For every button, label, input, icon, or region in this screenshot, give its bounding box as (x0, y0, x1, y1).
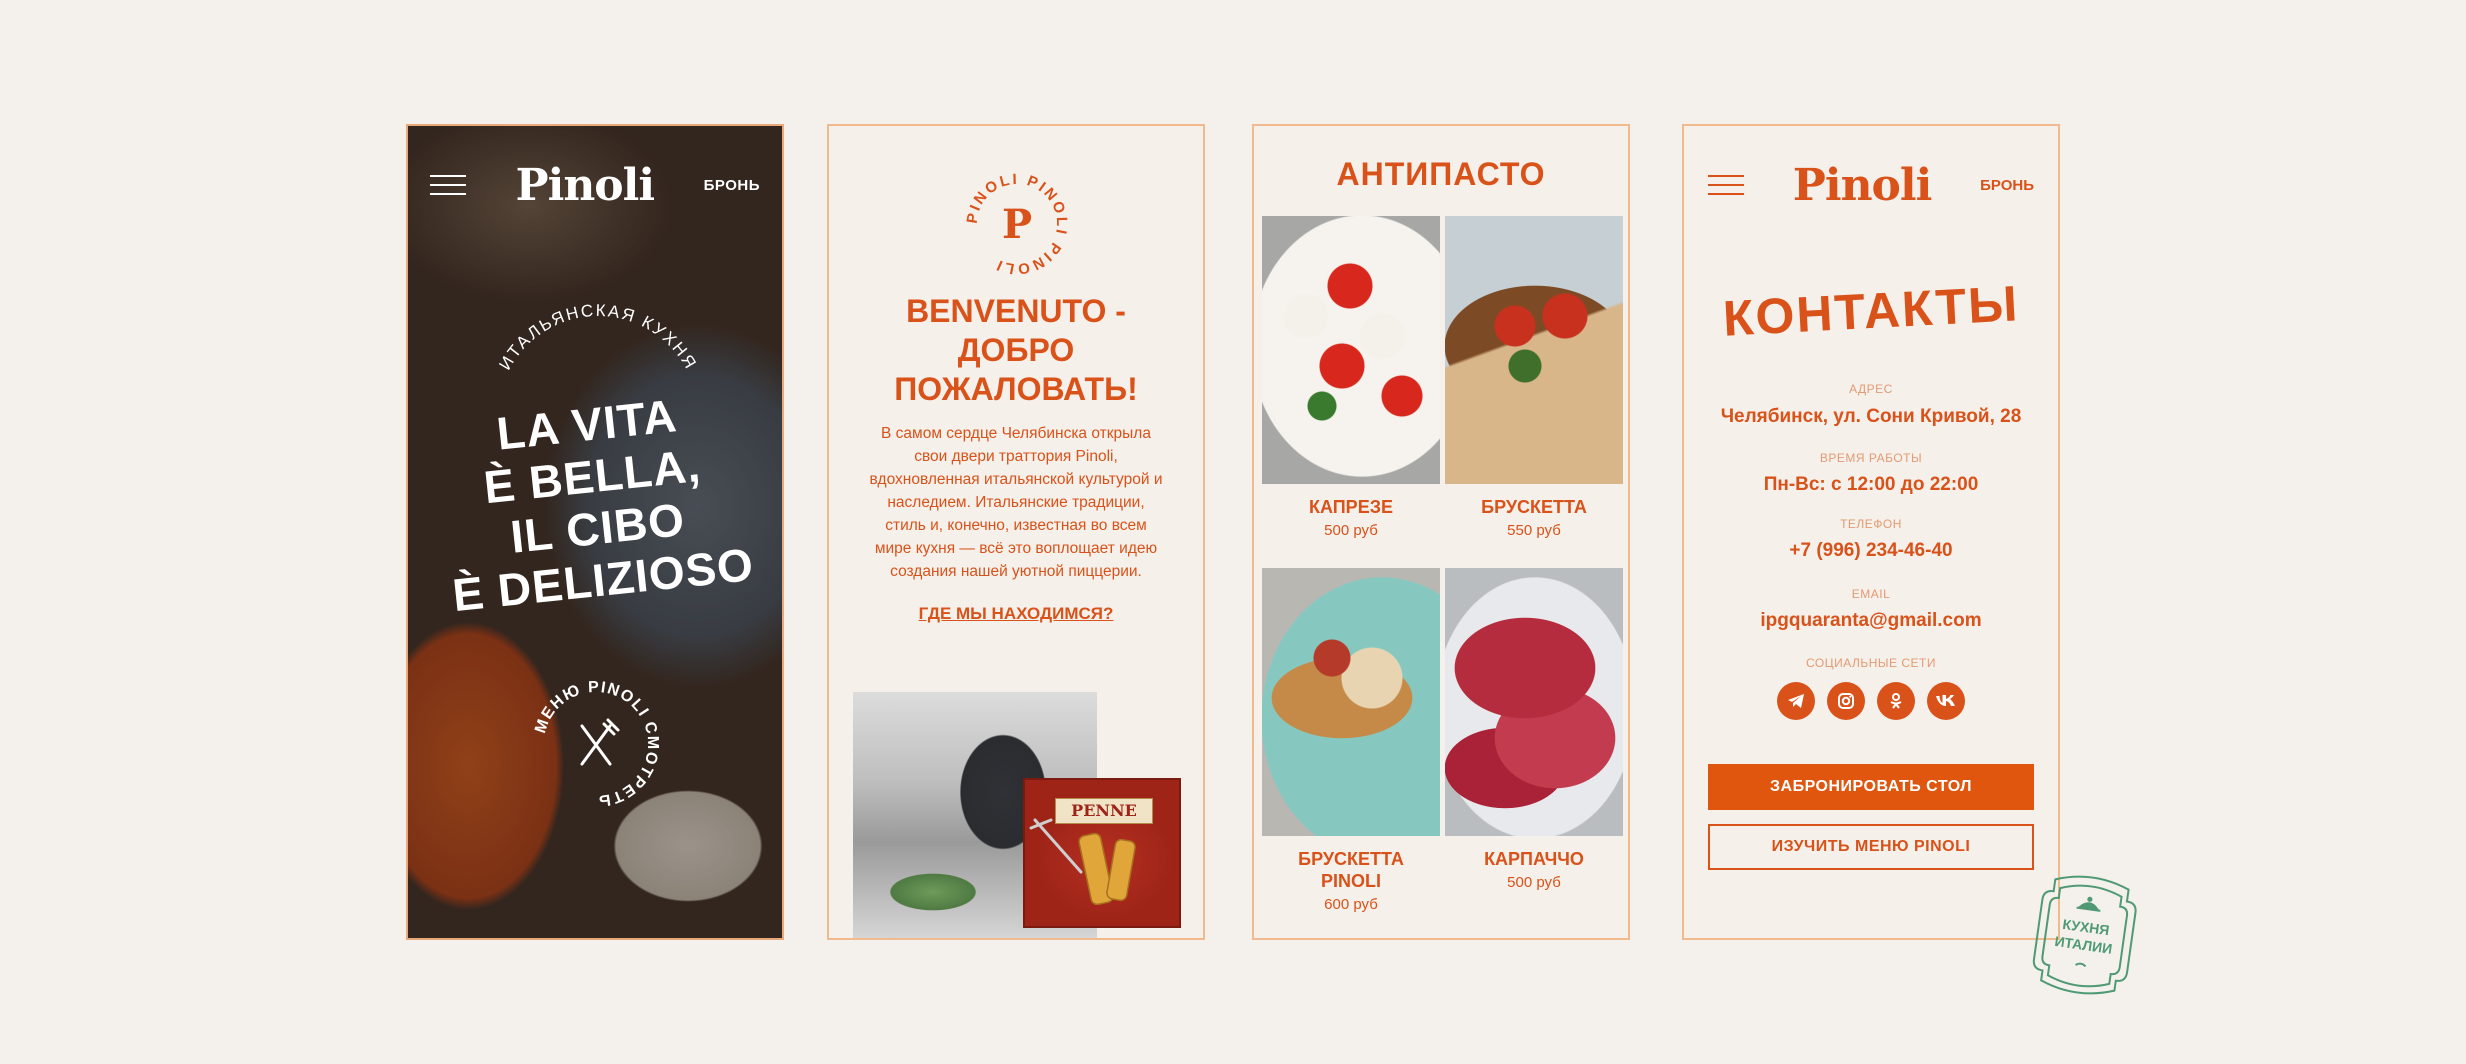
email-value[interactable]: ipgquaranta@gmail.com (1684, 610, 2058, 632)
contacts-screen: Pinoli БРОНЬ КОНТАКТЫ АДРЕС Челябинск, у… (1682, 124, 2060, 940)
dish-photo (1445, 216, 1623, 484)
dish-name: КАПРЕЗЕ (1309, 497, 1393, 517)
email-label: EMAIL (1851, 587, 1891, 601)
dish-price: 550 руб (1507, 522, 1561, 539)
dish-price: 500 руб (1507, 874, 1561, 891)
menu-badge[interactable]: МЕНЮ PINOLI СМОТРЕТЬ (526, 674, 666, 814)
italian-cuisine-stamp: КУХНЯ ИТАЛИИ (2032, 875, 2137, 995)
telegram-icon[interactable] (1777, 682, 1815, 720)
welcome-text-line: мире кухня — всё это воплощает идею (874, 540, 1158, 557)
round-logo: PINOLI PINOLI PINOLI P (964, 171, 1068, 278)
hero-header: Pinoli БРОНЬ (430, 160, 760, 211)
svg-text:ИТАЛЬЯНСКАЯ КУХНЯ: ИТАЛЬЯНСКАЯ КУХНЯ (495, 301, 700, 373)
arc-label-text: ИТАЛЬЯНСКАЯ КУХНЯ (495, 301, 698, 373)
round-logo-letter: P (1002, 201, 1032, 248)
dish-price: 600 руб (1324, 896, 1378, 913)
welcome-title-line: BENVENUTO - (906, 293, 1126, 329)
phone-value[interactable]: +7 (996) 234-46-40 (1684, 540, 2058, 562)
hero-title: LA VITA È BELLA, IL CIBO È DELIZIOSO (408, 379, 782, 625)
cloche-icon (2076, 896, 2101, 912)
welcome-text-line: стиль и, конечно, известная во всем (885, 517, 1147, 534)
booking-link[interactable]: БРОНЬ (704, 177, 760, 194)
social-label: СОЦИАЛЬНЫЕ СЕТИ (1805, 656, 1936, 670)
menu-screen: АНТИПАСТО КАПРЕЗЕ 500 руб БРУСКЕТТА 550 … (1252, 124, 1630, 940)
pasta-illustration (1029, 818, 1136, 906)
welcome-text-line: вдохновленная итальянской культурой и (869, 471, 1163, 488)
welcome-title-line: ПОЖАЛОВАТЬ! (894, 371, 1138, 407)
phone-label: ТЕЛЕФОН (1840, 517, 1902, 531)
dish-photo (1445, 568, 1623, 836)
explore-menu-button[interactable]: ИЗУЧИТЬ МЕНЮ PINOLI (1708, 824, 2034, 870)
dish-name: КАРПАЧЧО (1484, 849, 1584, 869)
welcome-text: В самом сердце Челябинска открыла свои д… (853, 422, 1179, 583)
logo[interactable]: Pinoli (1793, 160, 1933, 211)
hours-label: ВРЕМЯ РАБОТЫ (1819, 451, 1923, 465)
hamburger-icon[interactable] (1708, 175, 1744, 195)
dish-photo (1262, 568, 1440, 836)
contacts-header: Pinoli БРОНЬ (1708, 160, 2034, 211)
dish-photo (1262, 216, 1440, 484)
address-label: АДРЕС (1849, 382, 1893, 396)
dish-name: БРУСКЕТТА (1481, 497, 1587, 517)
fork-knife-icon (580, 718, 620, 766)
address-value: Челябинск, ул. Сони Кривой, 28 (1720, 406, 2022, 427)
contacts-title: КОНТАКТЫ (1721, 275, 2021, 347)
dish-card[interactable]: КАПРЕЗЕ 500 руб (1262, 216, 1440, 539)
welcome-text-line: В самом сердце Челябинска открыла (881, 425, 1151, 442)
dish-price: 500 руб (1324, 522, 1378, 539)
hours-value: Пн-Вс: с 12:00 до 22:00 (1763, 474, 1979, 495)
hero-screen: Pinoli БРОНЬ ИТАЛЬЯНСКАЯ КУХНЯ LA VITA È… (406, 124, 784, 940)
welcome-title: BENVENUTO - ДОБРО ПОЖАЛОВАТЬ! (829, 292, 1203, 409)
welcome-text-line: свои двери траттория Pinoli, (914, 448, 1118, 465)
logo[interactable]: Pinoli (516, 160, 656, 211)
odnoklassniki-icon[interactable] (1877, 682, 1915, 720)
social-links (1684, 682, 2058, 720)
dish-card[interactable]: КАРПАЧЧО 500 руб (1445, 568, 1623, 891)
dish-card[interactable]: БРУСКЕТТА 550 руб (1445, 216, 1623, 539)
location-link[interactable]: ГДЕ МЫ НАХОДИМСЯ? (829, 604, 1203, 624)
dish-name: БРУСКЕТТА PINOLI (1298, 849, 1404, 891)
menu-heading: АНТИПАСТО (1336, 156, 1546, 192)
penne-picture: PENNE (1023, 778, 1181, 928)
welcome-text-line: наследием. Итальянские традиции, (887, 494, 1145, 511)
welcome-title-line: ДОБРО (957, 332, 1075, 368)
vk-icon[interactable] (1927, 682, 1965, 720)
hamburger-icon[interactable] (430, 175, 466, 195)
booking-link[interactable]: БРОНЬ (1980, 177, 2034, 194)
instagram-icon[interactable] (1827, 682, 1865, 720)
book-table-button[interactable]: ЗАБРОНИРОВАТЬ СТОЛ (1708, 764, 2034, 810)
dish-card[interactable]: БРУСКЕТТА PINOLI 600 руб (1262, 568, 1440, 913)
welcome-text-line: создания нашей уютной пиццерии. (890, 563, 1142, 580)
welcome-screen: PINOLI PINOLI PINOLI P BENVENUTO - ДОБРО… (827, 124, 1205, 940)
